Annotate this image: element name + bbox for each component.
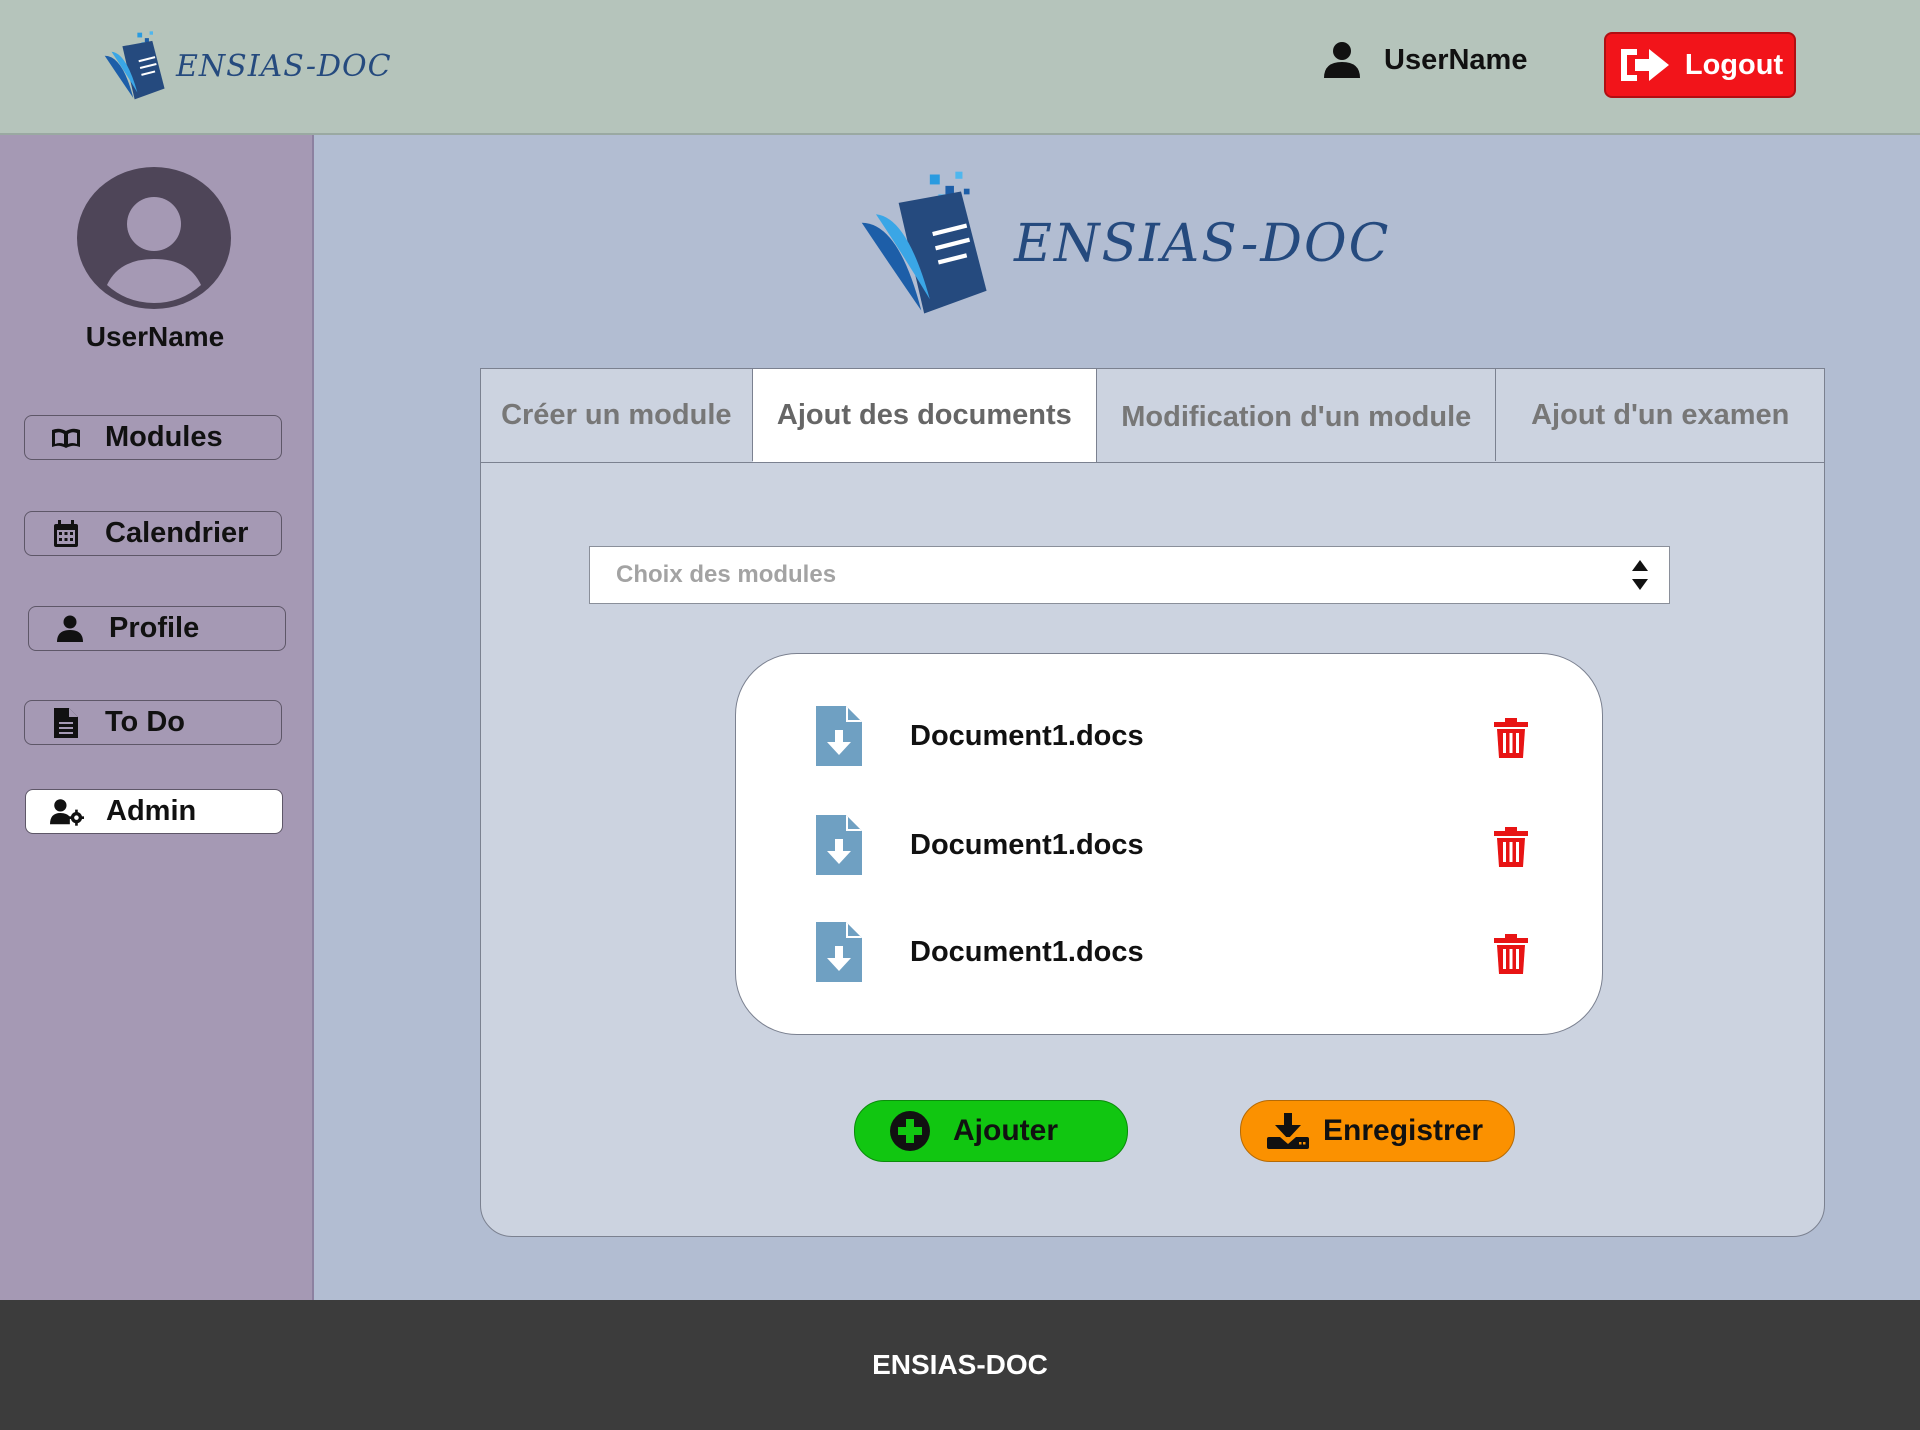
header-brand-text: ENSIAS-DOC bbox=[176, 48, 392, 84]
file-text-icon bbox=[49, 707, 83, 738]
sidebar-item-profile[interactable]: Profile bbox=[28, 606, 286, 651]
tab-ajout-documents[interactable]: Ajout des documents bbox=[752, 369, 1098, 462]
save-label: Enregistrer bbox=[1323, 1114, 1484, 1147]
add-label: Ajouter bbox=[953, 1114, 1058, 1147]
tab-bar: Créer un module Ajout des documents Modi… bbox=[481, 369, 1824, 463]
sidebar-item-label: Modules bbox=[105, 421, 223, 453]
main-brand-text: ENSIAS-DOC bbox=[1014, 214, 1391, 274]
footer: ENSIAS-DOC bbox=[0, 1300, 1920, 1430]
calendar-icon bbox=[49, 519, 83, 549]
add-button[interactable]: Ajouter bbox=[854, 1100, 1128, 1162]
sidebar-item-modules[interactable]: Modules bbox=[24, 415, 282, 460]
top-header: ENSIAS-DOC UserName Logout bbox=[0, 0, 1920, 135]
document-name[interactable]: Document1.docs bbox=[910, 720, 1144, 753]
module-select[interactable]: Choix des modules bbox=[589, 546, 1670, 604]
avatar[interactable] bbox=[77, 167, 231, 309]
plus-circle-icon bbox=[890, 1111, 930, 1151]
logo-icon bbox=[861, 171, 987, 314]
list-item: Document1.docs bbox=[736, 922, 1602, 992]
sidebar-item-label: Profile bbox=[109, 612, 200, 644]
logout-button[interactable]: Logout bbox=[1604, 32, 1796, 98]
module-select-placeholder: Choix des modules bbox=[616, 561, 837, 588]
trash-icon[interactable] bbox=[1494, 827, 1528, 872]
document-name[interactable]: Document1.docs bbox=[910, 829, 1144, 862]
download-icon bbox=[1267, 1113, 1309, 1149]
user-icon bbox=[1324, 42, 1360, 78]
logo-icon bbox=[104, 31, 165, 100]
sidebar-item-label: To Do bbox=[105, 706, 185, 738]
sidebar-item-admin[interactable]: Admin bbox=[25, 789, 283, 834]
admin-panel: Créer un module Ajout des documents Modi… bbox=[480, 368, 1825, 1237]
sidebar-item-calendrier[interactable]: Calendrier bbox=[24, 511, 282, 556]
trash-icon[interactable] bbox=[1494, 934, 1528, 979]
sign-out-icon bbox=[1620, 49, 1669, 81]
sidebar-username: UserName bbox=[85, 321, 225, 352]
book-icon bbox=[49, 426, 83, 450]
header-logo[interactable]: ENSIAS-DOC bbox=[102, 28, 392, 104]
footer-text: ENSIAS-DOC bbox=[872, 1349, 1048, 1380]
logout-label: Logout bbox=[1684, 48, 1784, 81]
user-circle-icon bbox=[77, 167, 231, 309]
trash-icon[interactable] bbox=[1494, 718, 1528, 763]
sidebar: UserName Modules Calendrier Profile To D… bbox=[0, 135, 314, 1300]
list-item: Document1.docs bbox=[736, 815, 1602, 885]
tab-ajout-examen[interactable]: Ajout d'un examen bbox=[1496, 369, 1824, 461]
list-item: Document1.docs bbox=[736, 706, 1602, 776]
sort-arrows-icon bbox=[1631, 558, 1649, 599]
tab-modification-module[interactable]: Modification d'un module bbox=[1097, 369, 1497, 461]
header-username: UserName bbox=[1384, 43, 1528, 76]
user-icon bbox=[53, 615, 87, 643]
sidebar-item-todo[interactable]: To Do bbox=[24, 700, 282, 745]
tab-creer-module[interactable]: Créer un module bbox=[481, 369, 753, 461]
file-download-icon[interactable] bbox=[816, 922, 862, 987]
sidebar-item-label: Calendrier bbox=[105, 517, 249, 549]
file-download-icon[interactable] bbox=[816, 706, 862, 771]
main-logo: ENSIAS-DOC bbox=[854, 166, 1390, 322]
save-button[interactable]: Enregistrer bbox=[1240, 1100, 1515, 1162]
file-download-icon[interactable] bbox=[816, 815, 862, 880]
sidebar-item-label: Admin bbox=[106, 795, 197, 827]
document-name[interactable]: Document1.docs bbox=[910, 936, 1144, 969]
user-gear-icon bbox=[50, 798, 84, 826]
document-list: Document1.docs Document1.docs Document1.… bbox=[735, 653, 1603, 1035]
header-user[interactable]: UserName bbox=[1322, 40, 1527, 80]
